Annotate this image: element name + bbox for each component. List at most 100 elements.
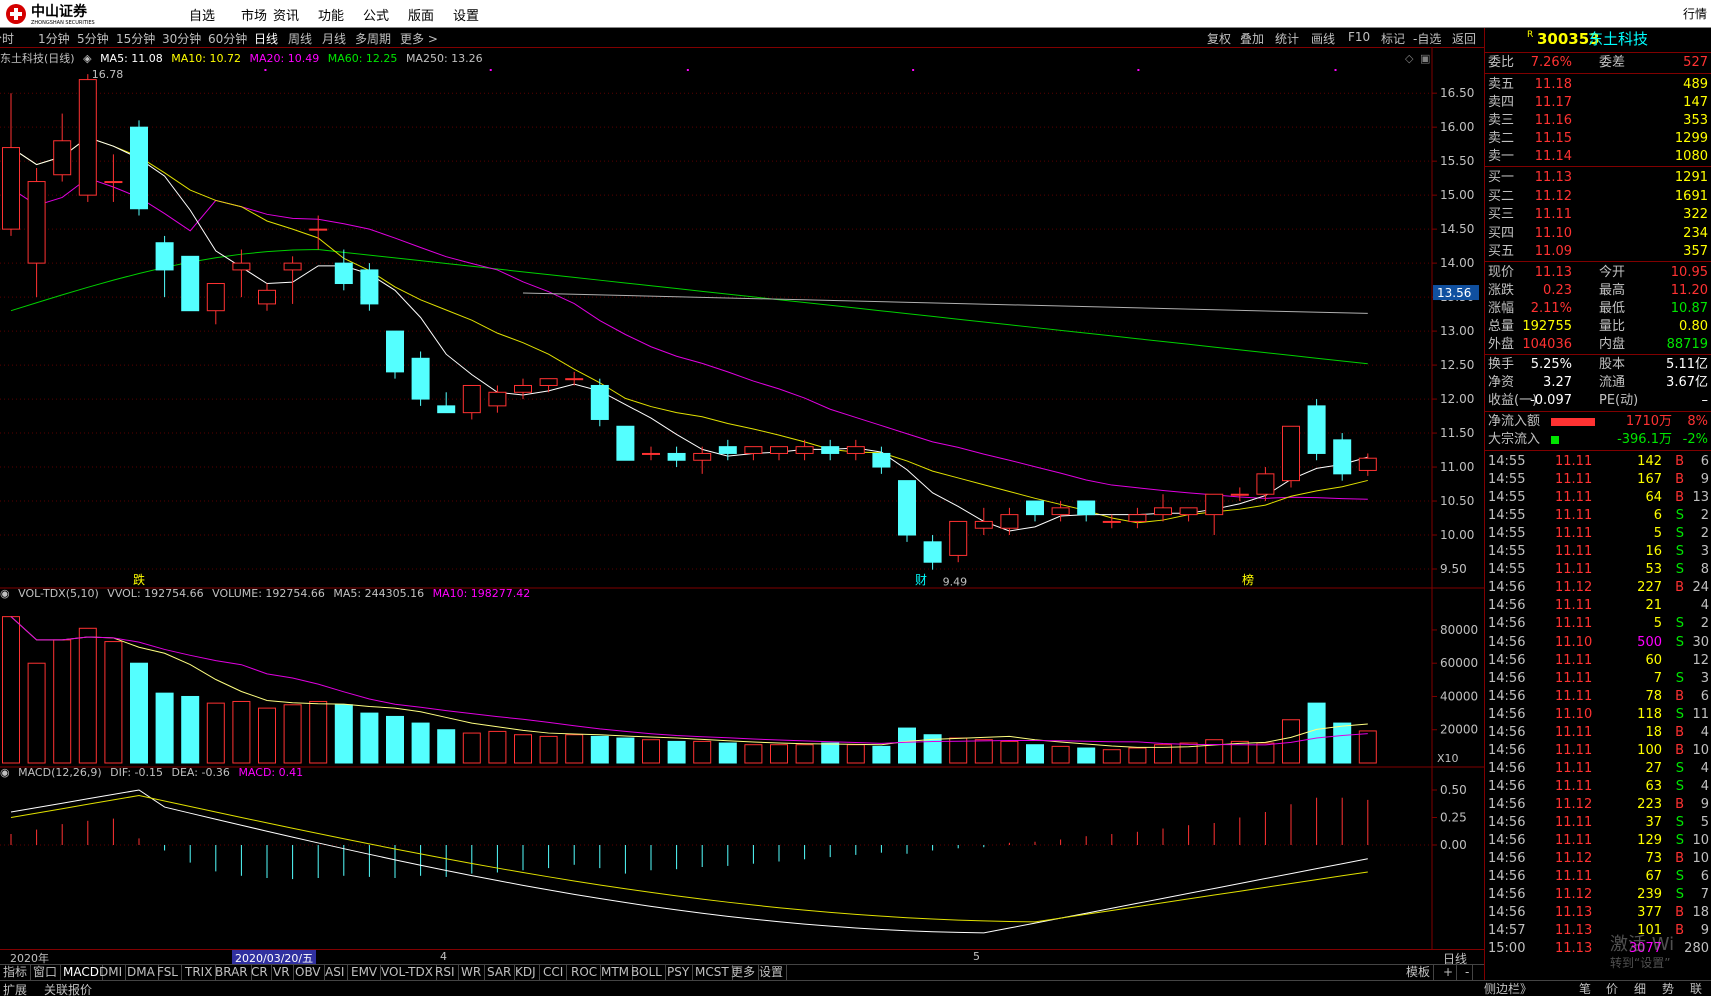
fuquan-button[interactable]: 复权 — [1207, 30, 1231, 47]
collapse-icon[interactable]: ◉ — [0, 587, 10, 600]
indicator-tab[interactable]: KDJ — [512, 965, 540, 980]
period-30min[interactable]: 30分钟 — [162, 30, 201, 47]
period-multi[interactable]: 多周期 — [355, 30, 391, 47]
indicator-tab[interactable]: EMV — [348, 965, 382, 980]
indicator-tab[interactable]: 设置 — [756, 965, 788, 980]
tick-time: 14:56 — [1488, 706, 1526, 722]
menu-zixun[interactable]: 资讯 — [273, 5, 299, 24]
period-1min[interactable]: 1分钟 — [38, 30, 70, 47]
volume-bar-up — [283, 704, 302, 764]
related-quote-button[interactable]: 关联报价 — [44, 981, 92, 996]
indicator-tab[interactable]: DMI — [96, 965, 127, 980]
zoom-out-button[interactable]: - — [1462, 965, 1474, 980]
period-daily[interactable]: 日线 — [254, 30, 278, 47]
bid-row[interactable]: 买二 11.12 1691 — [1485, 188, 1711, 206]
side-footer-tab[interactable]: 价 — [1606, 980, 1618, 996]
tongji-button[interactable]: 统计 — [1275, 30, 1299, 47]
diamond-icon[interactable]: ◈ — [83, 52, 91, 65]
ask-row[interactable]: 卖二 11.15 1299 — [1485, 130, 1711, 148]
hangqing-label[interactable]: 行情 — [1683, 5, 1707, 22]
vol-tick-label: 60000 — [1440, 656, 1478, 670]
tick-price: 11.11 — [1555, 472, 1593, 488]
vol-ma10-label: MA10: 198277.42 — [432, 587, 531, 600]
ma250-label: MA250: 13.26 — [405, 52, 483, 65]
period-15min[interactable]: 15分钟 — [116, 30, 155, 47]
menu-shichang[interactable]: 市场 — [241, 5, 267, 24]
bid-row[interactable]: 买五 11.09 357 — [1485, 243, 1711, 261]
ask-row[interactable]: 卖四 11.17 147 — [1485, 94, 1711, 112]
indicator-tab[interactable]: ROC — [568, 965, 602, 980]
stat-value: 3.27 — [1543, 375, 1572, 390]
price-tick-label: 12.50 — [1440, 358, 1474, 372]
menu-shezhi[interactable]: 设置 — [453, 5, 479, 24]
indicator-tab[interactable]: CCI — [540, 965, 568, 980]
side-footer-tab[interactable]: 侧边栏》 — [1484, 980, 1532, 996]
f10-button[interactable]: F10 — [1348, 30, 1370, 44]
stat-value: 0.23 — [1543, 283, 1572, 298]
tick-time: 14:56 — [1488, 580, 1526, 596]
menu-gongneng[interactable]: 功能 — [318, 5, 344, 24]
bid-price: 11.13 — [1534, 170, 1572, 185]
candle-up — [846, 446, 865, 454]
bid-row[interactable]: 买一 11.13 1291 — [1485, 169, 1711, 187]
indicator-tab[interactable]: MCST — [692, 965, 733, 980]
ask-row[interactable]: 卖一 11.14 1080 — [1485, 148, 1711, 166]
tick-volume: 16 — [1645, 544, 1662, 560]
period-monthly[interactable]: 月线 — [322, 30, 346, 47]
period-fenshi[interactable]: 分时 — [0, 30, 14, 47]
indicator-tab[interactable]: OBV — [292, 965, 325, 980]
zoom-in-button[interactable]: + — [1440, 965, 1458, 980]
template-button[interactable]: 模板 — [1403, 965, 1435, 980]
kline-chart[interactable]: 16.5016.0015.5015.0014.5014.0013.5013.00… — [0, 48, 1484, 950]
tick-time: 14:56 — [1488, 815, 1526, 830]
indicator-tab[interactable]: 窗口 — [30, 965, 62, 980]
tick-count: 10 — [1692, 833, 1709, 849]
ask-row[interactable]: 卖三 11.16 353 — [1485, 112, 1711, 130]
diejia-button[interactable]: 叠加 — [1240, 30, 1264, 47]
indicator-tab[interactable]: CR — [248, 965, 272, 980]
tick-row: 14:56 11.11 60 12 — [1485, 652, 1711, 670]
indicator-tab[interactable]: BRAR — [212, 965, 252, 980]
biaoji-button[interactable]: 标记 — [1381, 30, 1405, 47]
candle-down — [923, 541, 942, 563]
indicator-tab[interactable]: 更多 — [728, 965, 760, 980]
period-more[interactable]: 更多 > — [400, 30, 438, 47]
side-footer-tab[interactable]: 联 — [1690, 980, 1702, 996]
flow-row: 净流入额 1710万 8% — [1485, 413, 1711, 431]
indicator-tab[interactable]: 指标 — [0, 965, 32, 980]
indicator-tab[interactable]: VR — [270, 965, 294, 980]
huaxian-button[interactable]: 画线 — [1311, 30, 1335, 47]
menu-banmian[interactable]: 版面 — [408, 5, 434, 24]
remove-zixuan-button[interactable]: -自选 — [1413, 30, 1441, 47]
indicator-tab[interactable]: ASI — [322, 965, 349, 980]
indicator-tab[interactable]: SAR — [484, 965, 516, 980]
ma-legend: 东土科技(日线) ◈ MA5: 11.08 MA10: 10.72 MA20: … — [0, 50, 488, 66]
stat-label: 外盘 — [1488, 337, 1515, 352]
candle-up — [1051, 507, 1070, 516]
expand-button[interactable]: 扩展 — [3, 981, 27, 996]
menu-zixuan[interactable]: 自选 — [189, 5, 215, 24]
menu-gongshi[interactable]: 公式 — [363, 5, 389, 24]
indicator-tab[interactable]: PSY — [664, 965, 694, 980]
ask-row[interactable]: 卖五 11.18 489 — [1485, 76, 1711, 94]
period-5min[interactable]: 5分钟 — [77, 30, 109, 47]
period-weekly[interactable]: 周线 — [288, 30, 312, 47]
indicator-tab[interactable]: BOLL — [628, 965, 666, 980]
side-footer-tab[interactable]: 细 — [1634, 980, 1646, 996]
period-60min[interactable]: 60分钟 — [208, 30, 247, 47]
stat-label: 净资 — [1488, 375, 1515, 390]
ma20-label: MA20: 10.49 — [249, 52, 320, 65]
indicator-tab[interactable]: RSI — [432, 965, 459, 980]
quote-panel: R 300353 东土科技 委比 7.26% 委差 527 卖五 11.18 4… — [1484, 28, 1711, 980]
side-footer-tab[interactable]: 势 — [1662, 980, 1674, 996]
volume-bar-up — [744, 744, 763, 764]
indicator-tab[interactable]: VOL-TDX — [378, 965, 437, 980]
collapse-icon[interactable]: ◉ — [0, 766, 10, 779]
bid-row[interactable]: 买三 11.11 322 — [1485, 206, 1711, 224]
indicator-tab[interactable]: FSL — [154, 965, 182, 980]
bid-row[interactable]: 买四 11.10 234 — [1485, 225, 1711, 243]
fanhui-button[interactable]: 返回 — [1452, 30, 1476, 47]
dif-label: DIF: -0.15 — [110, 766, 164, 779]
indicator-tab[interactable]: WR — [458, 965, 486, 980]
side-footer-tab[interactable]: 笔 — [1579, 980, 1591, 996]
